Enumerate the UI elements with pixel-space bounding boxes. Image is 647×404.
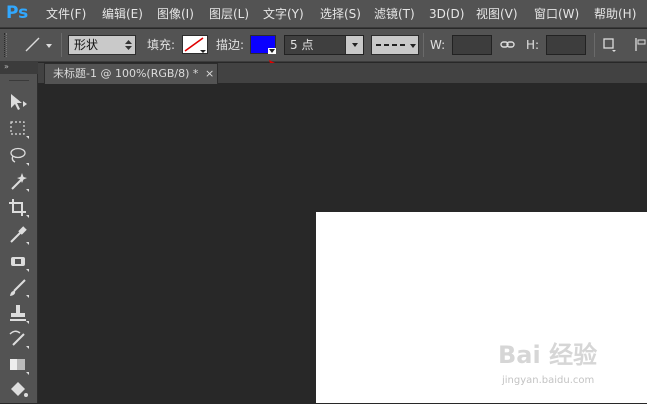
eyedropper-tool[interactable] [7, 224, 31, 246]
stroke-type-select[interactable] [371, 35, 419, 55]
fill-swatch[interactable] [182, 35, 208, 54]
crop-tool[interactable] [7, 197, 31, 219]
close-tab-button[interactable]: × [205, 64, 214, 84]
dashed-line-icon [376, 44, 408, 46]
stroke-width-dropdown[interactable] [345, 36, 363, 54]
healing-brush-tool[interactable] [7, 251, 31, 273]
options-grip[interactable] [4, 33, 7, 57]
menu-select[interactable]: 选择(S) [320, 0, 361, 28]
crop-icon [9, 199, 29, 218]
options-bar: 形状 填充: 描边: 5 点 W: H: [0, 29, 647, 62]
chevron-down-icon [410, 44, 416, 48]
paint-bucket-tool[interactable] [7, 379, 31, 401]
menu-view[interactable]: 视图(V) [476, 0, 518, 28]
tool-preset-picker[interactable] [22, 35, 56, 55]
history-brush-icon [9, 330, 29, 349]
gradient-tool[interactable] [7, 354, 31, 376]
menu-layer[interactable]: 图层(L) [209, 0, 249, 28]
line-tool-icon [25, 37, 52, 52]
brush-icon [10, 279, 29, 298]
height-label: H: [526, 38, 540, 52]
gradient-icon [10, 359, 29, 375]
width-input[interactable] [452, 35, 492, 55]
watermark-url: jingyan.baidu.com [502, 375, 595, 386]
height-input[interactable] [546, 35, 586, 55]
menu-window[interactable]: 窗口(W) [534, 0, 579, 28]
menu-3d[interactable]: 3D(D) [429, 0, 464, 28]
mode-select-value: 形状 [74, 38, 99, 52]
marquee-icon [10, 121, 29, 139]
updown-arrow-icon [125, 40, 132, 50]
photoshop-logo: Ps [6, 3, 29, 23]
eyedropper-icon [10, 226, 29, 245]
magic-wand-icon [11, 173, 29, 192]
menu-edit[interactable]: 编辑(E) [102, 0, 143, 28]
menu-file[interactable]: 文件(F) [46, 0, 86, 28]
lasso-icon [10, 147, 29, 166]
stroke-width-field[interactable]: 5 点 [284, 35, 364, 55]
fill-label: 填充: [147, 38, 176, 52]
history-brush-tool[interactable] [7, 328, 31, 350]
marquee-tool[interactable] [7, 118, 31, 140]
menu-image[interactable]: 图像(I) [157, 0, 194, 28]
move-tool[interactable] [7, 91, 31, 113]
menu-filter[interactable]: 滤镜(T) [374, 0, 415, 28]
magic-wand-tool[interactable] [7, 171, 31, 193]
watermark-brand: Bai 经验 [498, 341, 598, 369]
tools-panel-collapse[interactable]: » [0, 62, 38, 74]
chevron-down-icon [352, 43, 358, 47]
paint-bucket-icon [11, 382, 28, 397]
healing-brush-icon [11, 257, 29, 272]
move-icon [11, 94, 27, 110]
mode-select[interactable]: 形状 [68, 35, 136, 55]
watermark: Bai 经验 jingyan.baidu.com [498, 335, 638, 395]
menu-type[interactable]: 文字(Y) [263, 0, 304, 28]
no-fill-icon [184, 37, 206, 53]
stroke-color-swatch[interactable] [250, 35, 276, 54]
link-icon[interactable] [500, 38, 516, 52]
document-tab[interactable]: 未标题-1 @ 100%(RGB/8) * × [44, 63, 218, 84]
clone-stamp-tool[interactable] [7, 303, 31, 325]
stroke-label: 描边: [216, 38, 245, 52]
brush-tool[interactable] [7, 277, 31, 299]
path-operations-icon[interactable] [602, 37, 618, 53]
dropdown-arrow-icon [268, 48, 276, 54]
clone-stamp-icon [10, 305, 29, 324]
path-alignment-icon[interactable] [634, 37, 646, 53]
menu-help[interactable]: 帮助(H) [594, 0, 636, 28]
document-tab-title: 未标题-1 @ 100%(RGB/8) * [53, 67, 199, 80]
stroke-width-value: 5 点 [290, 38, 314, 52]
width-label: W: [430, 38, 446, 52]
menu-bar: Ps 文件(F) 编辑(E) 图像(I) 图层(L) 文字(Y) 选择(S) 滤… [0, 0, 647, 28]
lasso-tool[interactable] [7, 145, 31, 167]
